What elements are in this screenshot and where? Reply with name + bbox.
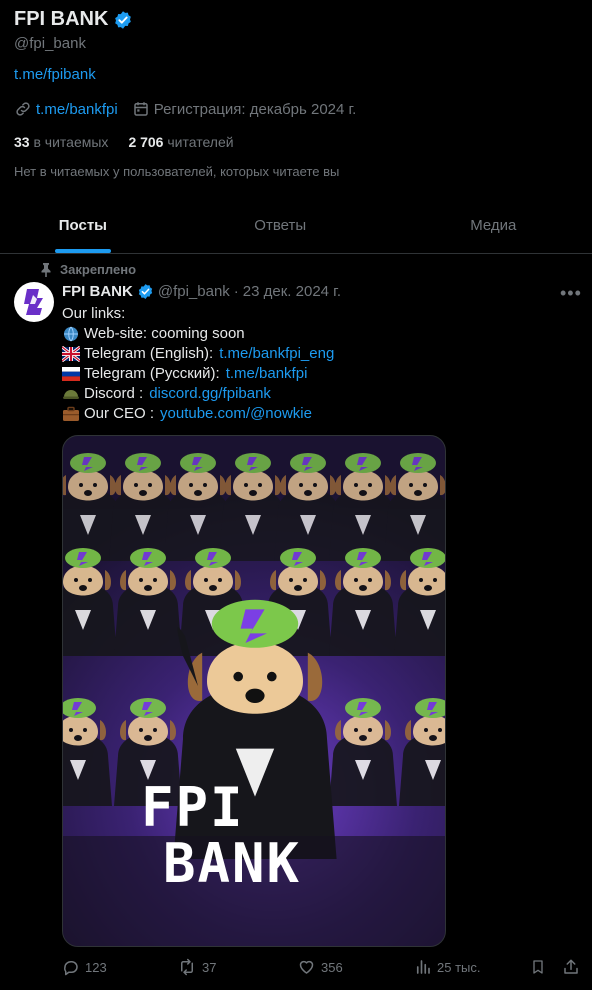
- website-link[interactable]: t.me/bankfpi: [36, 101, 118, 118]
- tab-media[interactable]: Медиа: [395, 198, 592, 253]
- post-line: Telegram (English): t.me/bankfpi_eng: [62, 344, 334, 364]
- pin-icon: [41, 262, 51, 277]
- reply-icon: [64, 961, 78, 976]
- reply-count: 123: [85, 959, 107, 975]
- telegram-ru-link[interactable]: t.me/bankfpi: [226, 364, 308, 384]
- profile-meta: t.me/bankfpi Регистрация: декабрь 2024 г…: [14, 100, 356, 118]
- post-author-handle[interactable]: @fpi_bank: [158, 283, 230, 300]
- post-line-text: Telegram (English):: [84, 345, 214, 362]
- pinned-label: Закреплено: [60, 262, 137, 277]
- bookmark-icon: [533, 960, 543, 974]
- followers-label: читателей: [167, 134, 234, 150]
- following-count: 33: [14, 134, 30, 150]
- post-header: FPI BANK @fpi_bank · 23 дек. 2024 г.: [62, 283, 341, 300]
- more-options-icon[interactable]: •••: [560, 283, 582, 304]
- tab-posts-label: Посты: [58, 217, 107, 234]
- image-title-line2: BANK: [163, 832, 302, 895]
- post-actions: 123 37 356 25 тыс.: [62, 958, 582, 982]
- share-button[interactable]: [562, 958, 580, 976]
- views-chart-icon: [416, 960, 430, 974]
- followers-link[interactable]: 2 706 читателей: [128, 134, 233, 150]
- post-line-text: Our CEO :: [84, 405, 155, 422]
- pinned-indicator: Закреплено: [40, 262, 136, 277]
- bookmark-button[interactable]: [530, 958, 546, 976]
- tab-replies-label: Ответы: [254, 217, 307, 234]
- uk-flag-icon: [62, 346, 80, 362]
- tab-replies[interactable]: Ответы: [166, 198, 395, 253]
- reply-button[interactable]: 123: [62, 958, 107, 976]
- like-count: 356: [321, 959, 343, 975]
- followers-you-know-note: Нет в читаемых у пользователей, которых …: [14, 164, 340, 179]
- like-button[interactable]: 356: [297, 958, 343, 976]
- repost-button[interactable]: 37: [177, 958, 216, 976]
- post-line-text: Discord :: [84, 385, 144, 402]
- briefcase-icon: [63, 406, 79, 421]
- image-title-line1: FPI: [141, 776, 245, 839]
- profile-tabs: Посты Ответы Медиа: [0, 198, 592, 254]
- helmet-icon: [63, 390, 79, 399]
- following-label: в читаемых: [33, 134, 109, 150]
- post-text: Our links: Web-site: cooming soon Telegr…: [62, 304, 334, 424]
- profile-handle: @fpi_bank: [14, 35, 86, 52]
- telegram-en-link[interactable]: t.me/bankfpi_eng: [219, 344, 334, 364]
- repost-icon: [181, 958, 193, 976]
- post-line-text: Our links:: [62, 305, 126, 322]
- views-button[interactable]: 25 тыс.: [414, 958, 480, 976]
- post-line: Telegram (Русский): t.me/bankfpi: [62, 364, 334, 384]
- ru-flag-icon: [62, 367, 80, 381]
- bio-link[interactable]: t.me/fpibank: [14, 66, 96, 83]
- post-line-text: Web-site: cooming soon: [84, 325, 245, 342]
- profile-name-text: FPI BANK: [14, 8, 109, 30]
- repost-count: 37: [202, 959, 217, 975]
- share-icon: [564, 959, 578, 974]
- views-count: 25 тыс.: [437, 959, 481, 975]
- post-line-text: Telegram (Русский):: [84, 365, 220, 382]
- discord-link[interactable]: discord.gg/fpibank: [149, 384, 271, 404]
- active-tab-indicator: [54, 249, 111, 253]
- avatar[interactable]: [14, 282, 54, 322]
- fpi-logo-icon: [24, 289, 43, 315]
- following-link[interactable]: 33 в читаемых: [14, 134, 108, 150]
- verified-badge-icon: [138, 284, 153, 299]
- post-image[interactable]: FPI BANK: [62, 435, 446, 947]
- post-date[interactable]: 23 дек. 2024 г.: [243, 283, 341, 300]
- post-line: Web-site: cooming soon: [62, 324, 334, 344]
- post-line: Our links:: [62, 304, 334, 324]
- link-icon: [16, 102, 30, 116]
- post-line: Discord : discord.gg/fpibank: [62, 384, 334, 404]
- tab-media-label: Медиа: [470, 217, 517, 234]
- post-separator: ·: [233, 283, 239, 300]
- followers-count: 2 706: [128, 134, 164, 150]
- profile-name: FPI BANK: [14, 8, 133, 31]
- globe-icon: [64, 326, 78, 342]
- follow-stats: 33 в читаемых 2 706 читателей: [14, 134, 234, 150]
- heart-icon: [299, 960, 314, 974]
- verified-badge-icon: [115, 10, 132, 29]
- post-author-name[interactable]: FPI BANK: [62, 283, 133, 300]
- joined-date: Регистрация: декабрь 2024 г.: [153, 100, 357, 118]
- ceo-youtube-link[interactable]: youtube.com/@nowkie: [160, 404, 312, 424]
- tab-posts[interactable]: Посты: [0, 198, 166, 253]
- calendar-icon: [133, 102, 148, 116]
- post-line: Our CEO : youtube.com/@nowkie: [62, 404, 334, 424]
